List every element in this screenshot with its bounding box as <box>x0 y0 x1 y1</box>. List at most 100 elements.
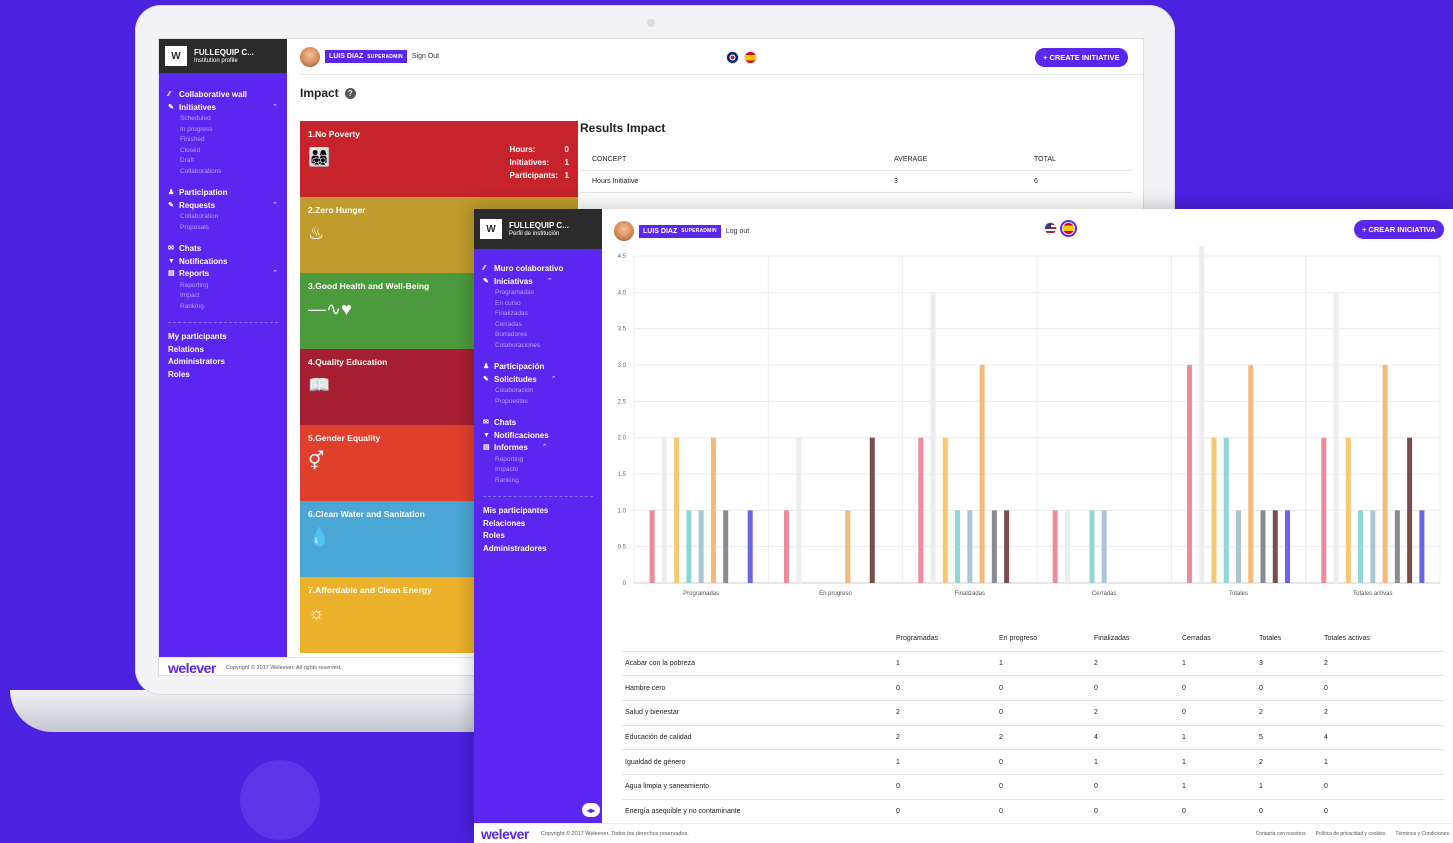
sidebar-sub-item[interactable]: Ranking <box>483 476 593 487</box>
column-header: Programadas <box>893 627 996 652</box>
sidebar-item-notifications[interactable]: ▼ Notifications <box>168 256 278 269</box>
table-cell: 0 <box>1091 799 1179 825</box>
table-cell: 0 <box>1256 675 1321 701</box>
sidebar-sub-item[interactable]: Collaborations <box>168 167 278 178</box>
table-cell: 1 <box>893 651 996 677</box>
sidebar-item-reports[interactable]: ▤ Informes ⌃ <box>483 442 593 455</box>
sidebar-sub-item[interactable]: In progress <box>168 125 278 136</box>
sidebar-sub-item[interactable]: Draft <box>168 156 278 167</box>
org-header[interactable]: W FULLEQUIP C... Perfil de institución <box>474 209 602 249</box>
user-badge[interactable]: LUIS DIAZ SUPERADMIN <box>639 224 721 238</box>
column-header: Finalizadas <box>1091 627 1179 652</box>
collapse-sidebar-button[interactable]: ◂▸ <box>582 803 600 817</box>
bar <box>1345 437 1351 583</box>
sidebar-sub-item[interactable]: Cerradas <box>483 320 593 331</box>
sidebar-sub-item[interactable]: Reporting <box>483 455 593 466</box>
sidebar-item-my-participants[interactable]: Mis participantes <box>483 505 593 518</box>
table-row: Energía asequible y no contaminante 0 0 0 0 0… <box>622 799 1444 825</box>
sidebar-sub-item[interactable]: Proposals <box>168 223 278 234</box>
sidebar-sub-item[interactable]: Propuestas <box>483 397 593 408</box>
sidebar-item-initiatives[interactable]: ✎ Initiatives ⌃ <box>168 102 278 115</box>
sidebar-item-collab[interactable]: ⁄⁄ Collaborative wall <box>168 89 278 102</box>
table-cell: 0 <box>996 799 1091 825</box>
sidebar-item-participation[interactable]: ♟ Participation <box>168 187 278 200</box>
sidebar-sub-item[interactable]: Scheduled <box>168 114 278 125</box>
language-switcher <box>1044 222 1075 235</box>
column-header: En progreso <box>996 627 1091 652</box>
us-flag-icon[interactable] <box>1044 222 1057 235</box>
table-cell: 0 <box>996 700 1091 726</box>
bar <box>1186 365 1192 583</box>
bar <box>845 510 851 583</box>
org-header[interactable]: W FULLEQUIP C... Institution profile <box>159 39 287 73</box>
sidebar-item-relations[interactable]: Relations <box>168 344 278 357</box>
goal-card[interactable]: 1.No Poverty 👨‍👩‍👧‍👦 Hours: 0 Initiatives: 1 P… <box>300 121 578 197</box>
sidebar-item-my-participants[interactable]: My participants <box>168 331 278 344</box>
sidebar-item-reports[interactable]: ▤ Reports ⌃ <box>168 268 278 281</box>
sidebar-sub-item[interactable]: En curso <box>483 299 593 310</box>
terms-link[interactable]: Términos y Condiciones <box>1395 831 1449 837</box>
spain-flag-icon[interactable] <box>1062 222 1075 235</box>
sidebar-sub-item[interactable]: Colaboraciones <box>483 341 593 352</box>
spain-flag-icon[interactable] <box>744 51 757 64</box>
bar <box>1358 510 1364 583</box>
bar <box>1236 510 1241 583</box>
table-cell: 0 <box>996 675 1091 701</box>
stat-label: Participants: <box>509 171 559 180</box>
table-cell: 0 <box>996 749 1091 775</box>
sidebar-sub-item[interactable]: Borradores <box>483 330 593 341</box>
sidebar-item-participation[interactable]: ♟ Participación <box>483 361 593 374</box>
bar <box>1272 510 1278 583</box>
sidebar-sub-item[interactable]: Finalizadas <box>483 309 593 320</box>
sidebar-sub-item[interactable]: Closed <box>168 146 278 157</box>
sidebar-sub-item[interactable]: Colaboración <box>483 386 593 397</box>
avatar[interactable] <box>614 221 634 241</box>
sidebar-sub-item[interactable]: Finished <box>168 135 278 146</box>
table-cell: Agua limpia y saneamiento <box>622 774 893 800</box>
uk-flag-icon[interactable] <box>726 51 739 64</box>
sidebar-sub-item[interactable]: Impacto <box>483 465 593 476</box>
bar <box>1260 510 1266 583</box>
privacy-link[interactable]: Política de privacidad y cookies <box>1316 831 1386 837</box>
x-tick-label: Totales <box>1229 591 1248 597</box>
table-cell: 3 <box>1256 651 1321 677</box>
bar <box>661 437 667 583</box>
sign-out-link[interactable]: Sign Out <box>412 53 439 60</box>
sidebar-item-notifications[interactable]: ▼ Notificaciones <box>483 430 593 443</box>
sidebar-item-administrators[interactable]: Administrators <box>168 356 278 369</box>
sidebar-item-requests[interactable]: ✎ Solicitudes ⌃ <box>483 374 593 387</box>
sidebar-item-collab[interactable]: ⁄⁄ Muro colaborativo <box>483 263 593 276</box>
table-cell: 1 <box>1321 749 1444 775</box>
sidebar-item-requests[interactable]: ✎ Requests ⌃ <box>168 200 278 213</box>
table-cell: 1 <box>1179 749 1256 775</box>
sidebar-sub-item[interactable]: Ranking <box>168 302 278 313</box>
sidebar-item-roles[interactable]: Roles <box>168 369 278 382</box>
column-header <box>622 627 893 652</box>
sidebar-item-initiatives[interactable]: ✎ Iniciativas ⌃ <box>483 276 593 289</box>
column-header: Cerradas <box>1179 627 1256 652</box>
help-icon[interactable]: ? <box>344 87 356 99</box>
bar <box>869 437 875 583</box>
sidebar-item-administrators[interactable]: Administradores <box>483 543 593 556</box>
table-cell: 0 <box>1091 675 1179 701</box>
sidebar-item-chats[interactable]: ✉ Chats <box>483 417 593 430</box>
log-out-link[interactable]: Log out <box>726 228 749 235</box>
goal-title: 1.No Poverty <box>308 129 360 139</box>
table-cell: 0 <box>996 774 1091 800</box>
sidebar-item-relations[interactable]: Relaciones <box>483 518 593 531</box>
bar <box>1248 365 1254 583</box>
sidebar-item-roles[interactable]: Roles <box>483 530 593 543</box>
create-initiative-button[interactable]: + CREAR INICIATIVA <box>1354 220 1444 239</box>
sidebar-sub-item[interactable]: Impact <box>168 291 278 302</box>
user-badge[interactable]: LUIS DIAZ SUPERADMIN <box>325 50 407 63</box>
avatar[interactable] <box>300 46 320 67</box>
footer-links: Contacta con nosotros Política de privac… <box>1256 831 1453 837</box>
sidebar-item-chats[interactable]: ✉ Chats <box>168 243 278 256</box>
create-initiative-button[interactable]: + CREATE INITIATIVE <box>1035 48 1128 67</box>
contact-link[interactable]: Contacta con nosotros <box>1256 831 1306 837</box>
sidebar-sub-item[interactable]: Collaboration <box>168 212 278 223</box>
sidebar-sub-item[interactable]: Reporting <box>168 281 278 292</box>
sidebar-sub-item[interactable]: Programadas <box>483 288 593 299</box>
bar <box>783 510 789 583</box>
org-subtitle: Institution profile <box>194 58 238 64</box>
